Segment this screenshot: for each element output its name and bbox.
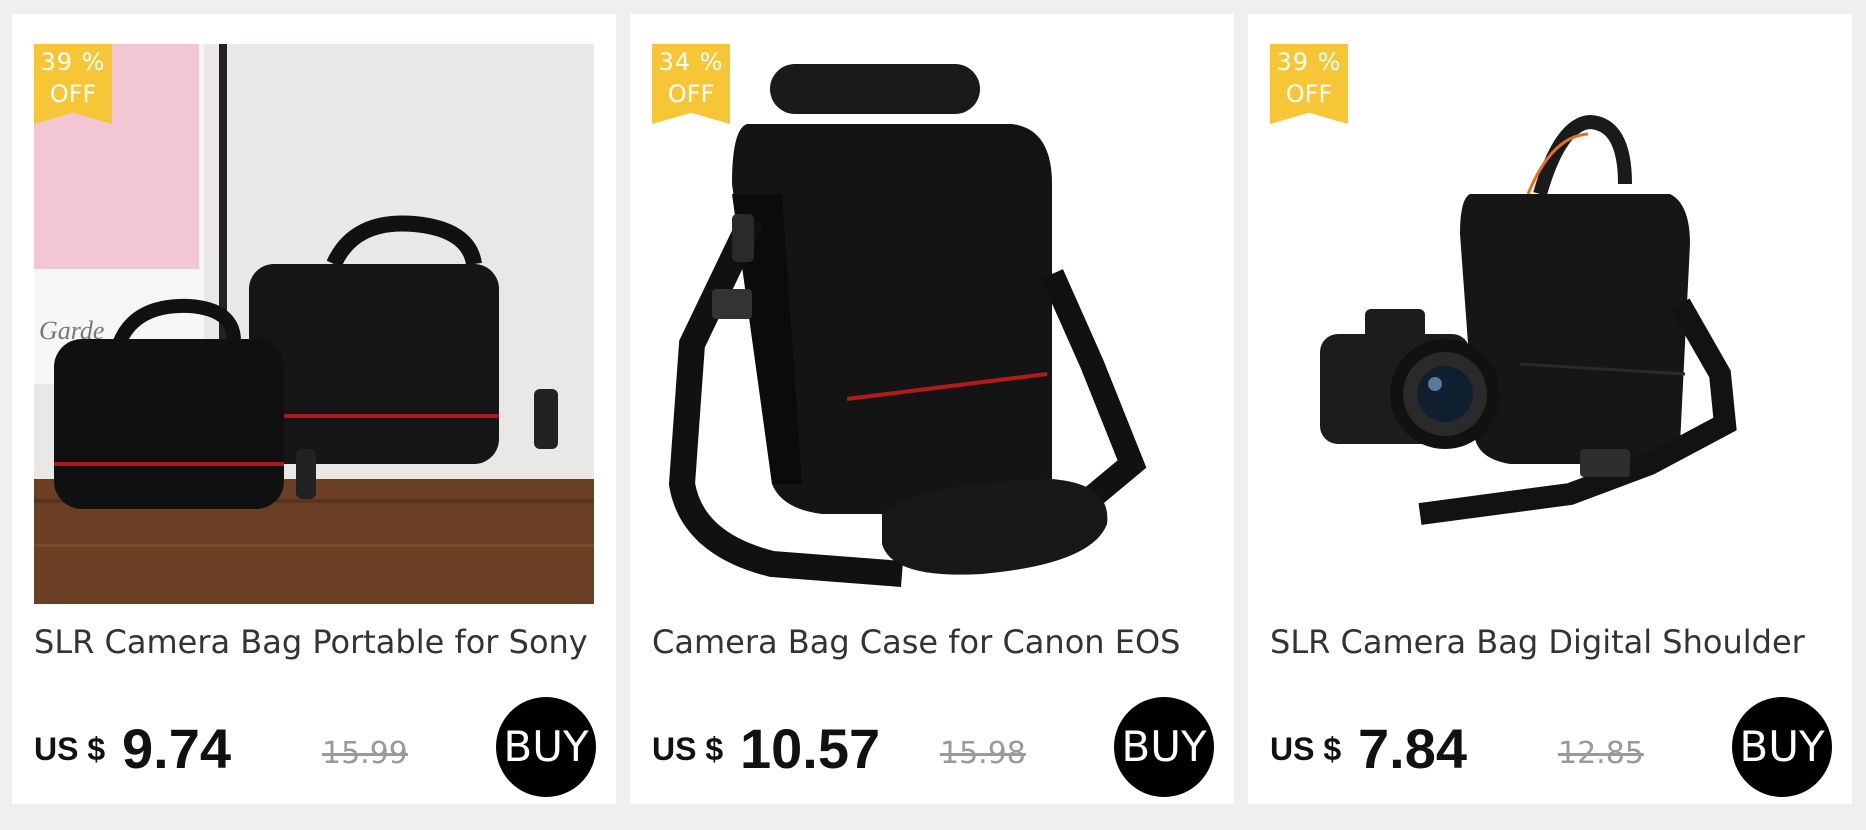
discount-badge: 34 % OFF [652, 44, 730, 124]
discount-badge: 39 % OFF [1270, 44, 1348, 124]
price-row: US $ 9.74 15.99 BUY [34, 697, 599, 804]
buy-button[interactable]: BUY [496, 697, 596, 797]
holster-camera-bag-photo [652, 44, 1212, 604]
discount-percent: 34 % [658, 48, 724, 76]
product-title[interactable]: SLR Camera Bag Portable for Sony [34, 623, 599, 661]
current-price: 9.74 [122, 717, 231, 780]
product-title[interactable]: SLR Camera Bag Digital Shoulder [1270, 623, 1835, 661]
original-price: 15.99 [322, 736, 408, 771]
discount-off-label: OFF [1285, 80, 1333, 108]
discount-off-label: OFF [667, 80, 715, 108]
original-price: 12.85 [1558, 736, 1644, 771]
product-image[interactable] [1270, 44, 1830, 604]
discount-percent: 39 % [1276, 48, 1342, 76]
camera-bag-pair-photo: Garde [34, 44, 594, 604]
product-title[interactable]: Camera Bag Case for Canon EOS [652, 623, 1217, 661]
current-price: 7.84 [1358, 717, 1467, 780]
camera-and-bag-photo [1270, 44, 1830, 604]
product-image[interactable] [652, 44, 1212, 604]
price-row: US $ 7.84 12.85 BUY [1270, 697, 1835, 804]
product-card[interactable]: 39 % OFF SLR Camera Bag Digital Shoulder… [1248, 14, 1852, 804]
buy-button[interactable]: BUY [1732, 697, 1832, 797]
product-card[interactable]: 34 % OFF Camera Bag Case for Canon EOS U… [630, 14, 1234, 804]
product-image[interactable]: Garde [34, 44, 594, 604]
discount-badge: 39 % OFF [34, 44, 112, 124]
discount-percent: 39 % [40, 48, 106, 76]
buy-button[interactable]: BUY [1114, 697, 1214, 797]
currency-label: US $ [1270, 731, 1342, 767]
currency-label: US $ [34, 731, 106, 767]
original-price: 15.98 [940, 736, 1026, 771]
current-price: 10.57 [740, 717, 881, 780]
price-row: US $ 10.57 15.98 BUY [652, 697, 1217, 804]
product-card[interactable]: Garde 39 % OFF SLR Camera Bag Portable f… [12, 14, 616, 804]
currency-label: US $ [652, 731, 724, 767]
product-grid: Garde 39 % OFF SLR Camera Bag Portable f… [12, 14, 1852, 804]
discount-off-label: OFF [49, 80, 97, 108]
